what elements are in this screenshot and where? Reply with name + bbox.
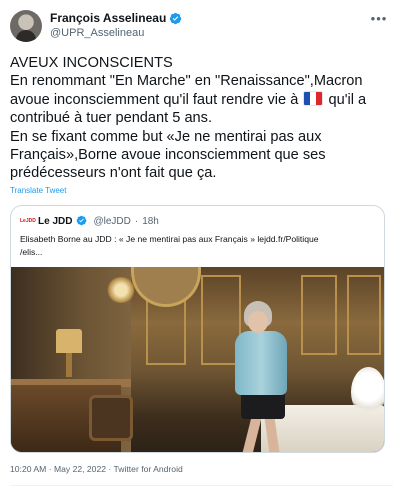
tweet-line: prédécesseurs n'ont fait que ça. [10,165,217,182]
verified-badge-icon [76,215,89,228]
quoted-author-name: Le JDD [38,216,73,227]
photo-wall-panel [347,275,381,355]
translate-tweet-link[interactable]: Translate Tweet [10,186,66,195]
author-avatar[interactable] [10,10,42,42]
author-handle[interactable]: @UPR_Asselineau [50,27,144,39]
author-name-row: François Asselineau [50,11,182,25]
tweet-line: En renommant "En Marche" en "Renaissance… [10,73,363,90]
quoted-tweet[interactable]: Le JDD @leJDD · 18h Elisabeth Borne au J… [10,205,385,453]
photo-person-face [248,311,268,333]
photo-person-jacket [235,331,287,395]
lejdd-logo-icon [20,217,36,226]
photo-flowers [351,367,384,417]
quoted-separator: · [134,216,139,227]
photo-person-leg [242,416,262,452]
quoted-text-line: /elis... [20,247,43,257]
author-display-name[interactable]: François Asselineau [50,11,166,25]
photo-chair [89,395,133,441]
tweet-timestamp[interactable]: 10:20 AM · May 22, 2022 · Twitter for An… [10,464,183,474]
more-options-icon[interactable]: ••• [369,12,389,26]
photo-lamp [56,329,82,353]
tweet-line: AVEUX INCONSCIENTS [10,55,173,71]
verified-badge-icon [169,12,182,25]
photo-chandelier [106,277,136,303]
tweet-line: contribué à tuer pendant 5 ans. [10,110,213,127]
tweet-line: En se fixant comme but «Je ne mentirai p… [10,128,322,145]
tweet-line-part: qu'il a [328,91,367,108]
quoted-tweet-header: Le JDD @leJDD · 18h [20,215,159,228]
quoted-tweet-photo[interactable] [11,267,384,452]
tweet-line: avoue inconsciemment qu'il faut rendre v… [10,91,395,109]
quoted-tweet-text: Elisabeth Borne au JDD : « Je ne mentira… [20,233,377,259]
photo-wall-panel [301,275,337,355]
france-flag-icon [304,91,323,105]
quoted-time: 18h [142,216,159,227]
photo-mirror [131,267,201,307]
quoted-text-line: Elisabeth Borne au JDD : « Je ne mentira… [20,234,319,244]
tweet-header: François Asselineau @UPR_Asselineau ••• [10,10,393,44]
photo-lamp-base [66,353,72,377]
quoted-author-handle: @leJDD [93,216,131,227]
tweet-line: Français»,Borne avoue inconsciemment que… [10,147,326,164]
tweet[interactable]: François Asselineau @UPR_Asselineau ••• … [0,0,403,495]
tweet-line-part: avoue inconsciemment qu'il faut rendre v… [10,91,299,108]
divider [10,485,393,486]
tweet-text: AVEUX INCONSCIENTS En renommant "En Marc… [10,54,395,183]
